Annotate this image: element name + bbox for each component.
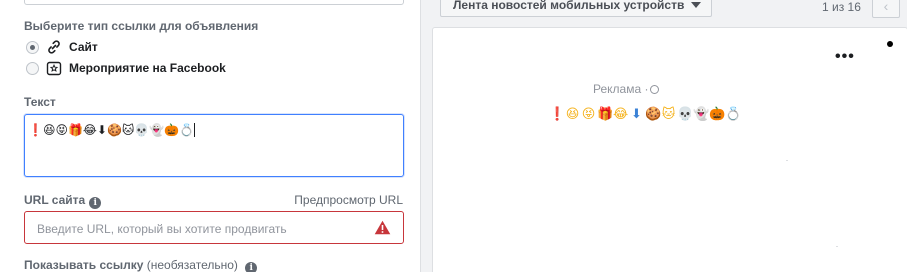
ad-text-input[interactable]: ❗😆😝🎁😂⬇🍪🐱💀👻🎃💍 [24, 114, 404, 177]
divider-dot [786, 160, 788, 161]
notification-dot [887, 41, 893, 47]
event-radio[interactable] [26, 61, 39, 75]
preview-emoji: 😆 [565, 107, 580, 122]
url-field-label-row: URL сайта i [24, 193, 102, 209]
display-link-label-row: Показывать ссылку (необязательно) i [24, 258, 258, 272]
link-type-option-event[interactable]: Мероприятие на Facebook [26, 59, 226, 77]
info-icon[interactable]: i [89, 197, 102, 209]
display-link-optional: (необязательно) [146, 258, 238, 272]
preview-emoji: 🎃 [709, 107, 726, 122]
previous-field-bottom [24, 0, 404, 5]
preview-emoji: 💍 [725, 107, 742, 122]
link-type-title: Выберите тип ссылки для объявления [24, 19, 259, 33]
website-url-input[interactable]: Введите URL, который вы хотите продвигат… [24, 211, 404, 244]
preview-emoji: 🐱 [661, 107, 676, 122]
preview-url-link[interactable]: Предпросмотр URL [294, 193, 403, 207]
info-icon[interactable]: i [245, 262, 258, 272]
preview-emoji: 💀 [677, 107, 694, 122]
preview-emoji: ⬇ [631, 107, 642, 122]
ad-preview-panel: Лента новостей мобильных устройств 1 из … [421, 0, 907, 272]
link-type-option-website[interactable]: Сайт [26, 38, 98, 56]
sponsored-label-row: Реклама · [593, 82, 660, 96]
event-option-label: Мероприятие на Facebook [69, 61, 226, 75]
placement-dropdown-label: Лента новостей мобильных устройств [453, 0, 685, 12]
text-field-label: Текст [24, 95, 56, 109]
preview-emoji: 😂 [613, 107, 629, 122]
placement-dropdown[interactable]: Лента новостей мобильных устройств [440, 0, 713, 17]
ad-text-value: ❗😆😝🎁😂⬇🍪🐱💀👻🎃💍 [28, 123, 195, 137]
divider-dot [836, 246, 838, 247]
more-options-icon[interactable]: ••• [835, 48, 855, 66]
preview-emoji: 😝 [581, 107, 596, 122]
display-link-label: Показывать ссылку [24, 258, 144, 272]
ad-creative-form: Выберите тип ссылки для объявления Сайт … [0, 0, 421, 272]
url-placeholder: Введите URL, который вы хотите продвигат… [37, 222, 287, 236]
preview-emoji: 🎁 [597, 107, 614, 122]
website-option-label: Сайт [69, 40, 98, 54]
chevron-down-icon [691, 2, 702, 8]
preview-emoji: 👻 [693, 107, 710, 122]
sponsored-label: Реклама · [593, 82, 649, 96]
mobile-feed-preview: ••• Реклама · ❗ 😆 😝 🎁 😂 ⬇ 🍪 🐱 💀 👻 🎃 💍 [432, 27, 907, 272]
globe-icon [650, 85, 660, 94]
placement-page-counter: 1 из 16 [822, 0, 861, 14]
event-calendar-icon [46, 60, 62, 76]
chevron-left-icon: ‹ [883, 0, 889, 14]
ad-text-preview: ❗ 😆 😝 🎁 😂 ⬇ 🍪 🐱 💀 👻 🎃 💍 [549, 107, 742, 122]
url-field-label: URL сайта [24, 193, 86, 207]
preview-emoji: ❗ [549, 107, 566, 122]
text-caret [194, 122, 196, 137]
warning-icon [374, 220, 391, 235]
website-radio[interactable] [26, 40, 39, 54]
previous-placement-button[interactable]: ‹ [872, 0, 900, 18]
link-icon [46, 39, 62, 55]
preview-emoji: 🍪 [645, 107, 662, 122]
